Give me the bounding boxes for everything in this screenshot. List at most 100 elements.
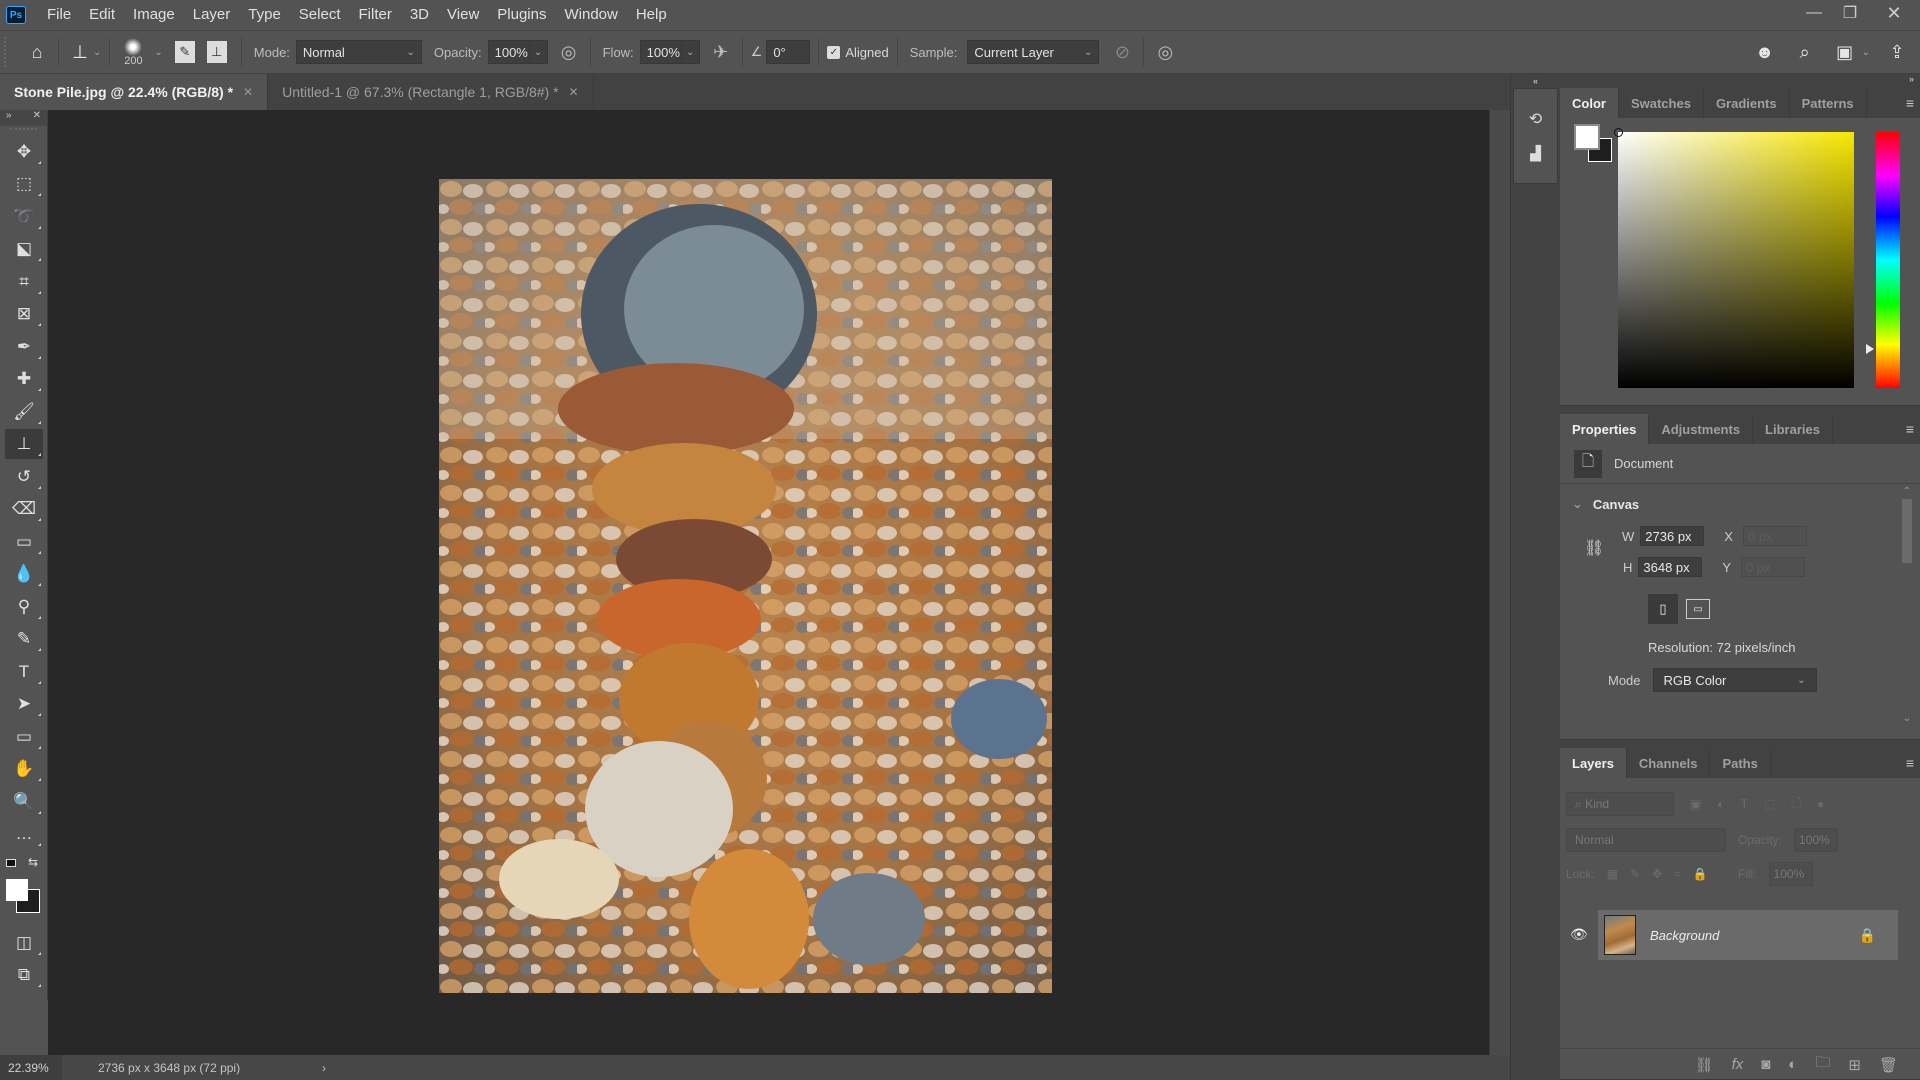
aligned-checkbox[interactable]: ✓	[827, 45, 841, 59]
tab-stone-pile[interactable]: Stone Pile.jpg @ 22.4% (RGB/8) * ✕	[0, 74, 269, 110]
new-adjustment-layer-icon[interactable]: ◐	[1788, 1056, 1797, 1073]
link-dimensions-icon[interactable]: ⛓	[1584, 538, 1604, 558]
close-icon[interactable]: ✕	[569, 85, 579, 99]
status-menu-arrow[interactable]: ›	[322, 1061, 326, 1075]
zoom-tool[interactable]: 🔍	[5, 787, 43, 817]
search-icon[interactable]: ⌕	[1792, 39, 1818, 65]
tab-channels[interactable]: Channels	[1627, 748, 1711, 778]
properties-scrollbar[interactable]: ⌃ ⌄	[1900, 486, 1914, 736]
expand-panels-icon[interactable]: »	[1560, 74, 1920, 88]
expand-icon[interactable]: »	[6, 110, 12, 126]
default-colors-icon[interactable]	[6, 859, 16, 867]
share-icon[interactable]: ⇪	[1884, 39, 1910, 65]
collapse-panels-icon[interactable]: «	[1511, 74, 1560, 88]
move-tool[interactable]: ✥	[5, 137, 43, 167]
canvas-x-input[interactable]: 0 px	[1742, 526, 1807, 546]
foreground-color-swatch[interactable]	[6, 879, 28, 901]
canvas-section-header[interactable]: ⌄ Canvas	[1560, 484, 1920, 512]
saturation-brightness-field[interactable]	[1614, 128, 1854, 388]
close-button[interactable]: ✕	[1868, 0, 1920, 26]
quick-mask-button[interactable]: ◫	[5, 928, 43, 958]
tab-gradients[interactable]: Gradients	[1704, 88, 1790, 118]
chevron-down-icon[interactable]: ⌄	[93, 47, 101, 58]
share-user-icon[interactable]: ☻	[1752, 39, 1778, 65]
link-layers-icon[interactable]: ⛓	[1695, 1056, 1714, 1074]
frame-tool[interactable]: ⊠	[5, 299, 43, 329]
more-tools[interactable]: …	[5, 819, 43, 849]
close-icon[interactable]: ✕	[33, 110, 41, 126]
minimize-button[interactable]: —	[1796, 0, 1832, 26]
menu-select[interactable]: Select	[290, 0, 350, 30]
sample-select[interactable]: Current Layer ⌄	[967, 40, 1100, 64]
dodge-tool[interactable]: ⚲	[5, 592, 43, 622]
chevron-down-icon[interactable]: ⌄	[1862, 47, 1870, 58]
airbrush-icon[interactable]: ✈	[708, 39, 734, 65]
foreground-color-swatch[interactable]	[1574, 124, 1600, 150]
menu-edit[interactable]: Edit	[80, 0, 124, 30]
menu-window[interactable]: Window	[555, 0, 626, 30]
history-brush-tool[interactable]: ↺	[5, 462, 43, 492]
object-selection-tool[interactable]: ⬕	[5, 234, 43, 264]
canvas-y-input[interactable]: 0 px	[1741, 557, 1806, 577]
menu-layer[interactable]: Layer	[184, 0, 240, 30]
path-selection-tool[interactable]: ➤	[5, 689, 43, 719]
eyedropper-tool[interactable]: ✒	[5, 332, 43, 362]
hand-tool[interactable]: ✋	[5, 754, 43, 784]
plugins-icon[interactable]: ▟	[1530, 145, 1541, 162]
vertical-scrollbar[interactable]	[1489, 110, 1510, 1055]
lock-image-icon[interactable]: ✎	[1630, 867, 1640, 881]
tab-adjustments[interactable]: Adjustments	[1649, 414, 1754, 444]
toggle-clone-source-icon[interactable]: ⊥	[206, 41, 227, 63]
new-layer-icon[interactable]: ⊞	[1848, 1056, 1861, 1074]
filter-pixel-icon[interactable]: ▣	[1690, 797, 1701, 811]
lock-transparent-icon[interactable]: ▦	[1607, 867, 1618, 881]
flow-input[interactable]: 100%	[639, 40, 682, 64]
menu-plugins[interactable]: Plugins	[488, 0, 555, 30]
zoom-level[interactable]: 22.39%	[0, 1055, 62, 1080]
document-image-stone-pile[interactable]	[439, 179, 1052, 993]
blend-mode-select[interactable]: Normal	[1566, 828, 1726, 852]
brush-preset-picker[interactable]: 200	[118, 37, 148, 67]
add-mask-icon[interactable]: ◙	[1761, 1056, 1770, 1073]
layer-fill-input[interactable]: 100%	[1768, 862, 1813, 886]
home-icon[interactable]: ⌂	[24, 39, 50, 65]
menu-type[interactable]: Type	[239, 0, 290, 30]
tab-swatches[interactable]: Swatches	[1619, 88, 1704, 118]
layer-opacity-input[interactable]: 100%	[1794, 828, 1839, 852]
menu-image[interactable]: Image	[124, 0, 184, 30]
opacity-input[interactable]: 100%	[487, 40, 530, 64]
brush-tool[interactable]: 🖌	[5, 397, 43, 427]
mode-select[interactable]: Normal ⌄	[295, 40, 422, 64]
tab-libraries[interactable]: Libraries	[1753, 414, 1833, 444]
toggle-brush-settings-icon[interactable]: ✎	[174, 41, 195, 63]
crop-tool[interactable]: ⌗	[5, 267, 43, 297]
gradient-tool[interactable]: ▭	[5, 527, 43, 557]
panel-menu-icon[interactable]: ≡	[1906, 414, 1914, 444]
workspace-icon[interactable]: ▣	[1832, 39, 1858, 65]
healing-brush-tool[interactable]: ✚	[5, 364, 43, 394]
hue-slider[interactable]	[1876, 132, 1900, 388]
blur-tool[interactable]: 💧	[5, 559, 43, 589]
scroll-down-icon[interactable]: ⌄	[1900, 713, 1914, 724]
menu-file[interactable]: File	[38, 0, 80, 30]
filter-type-icon[interactable]: T	[1741, 797, 1748, 811]
pen-tool[interactable]: ✎	[5, 624, 43, 654]
swap-colors-icon[interactable]: ⇆	[28, 855, 38, 869]
opacity-dropdown[interactable]: ⌄	[529, 40, 548, 64]
screen-mode-button[interactable]: ⧉	[5, 960, 43, 990]
filter-smart-object-icon[interactable]: 🗋	[1791, 794, 1801, 815]
clone-stamp-tool[interactable]: ⊥	[5, 429, 43, 459]
layer-row-background[interactable]: Background 🔒	[1598, 910, 1898, 960]
canvas-width-input[interactable]: 2736 px	[1640, 526, 1705, 546]
marquee-tool[interactable]: ⬚	[5, 169, 43, 199]
filter-toggle-icon[interactable]: ●	[1817, 797, 1824, 811]
restore-button[interactable]: ❐	[1832, 0, 1868, 26]
lock-artboard-icon[interactable]: ⌗	[1674, 867, 1681, 882]
visibility-eye-icon[interactable]: 👁	[1570, 926, 1588, 943]
angle-input[interactable]: 0°	[766, 40, 811, 64]
scroll-thumb[interactable]	[1902, 499, 1912, 563]
delete-layer-icon[interactable]: 🗑	[1879, 1056, 1898, 1074]
type-tool[interactable]: T	[5, 657, 43, 687]
menu-view[interactable]: View	[438, 0, 488, 30]
flow-dropdown[interactable]: ⌄	[681, 40, 700, 64]
